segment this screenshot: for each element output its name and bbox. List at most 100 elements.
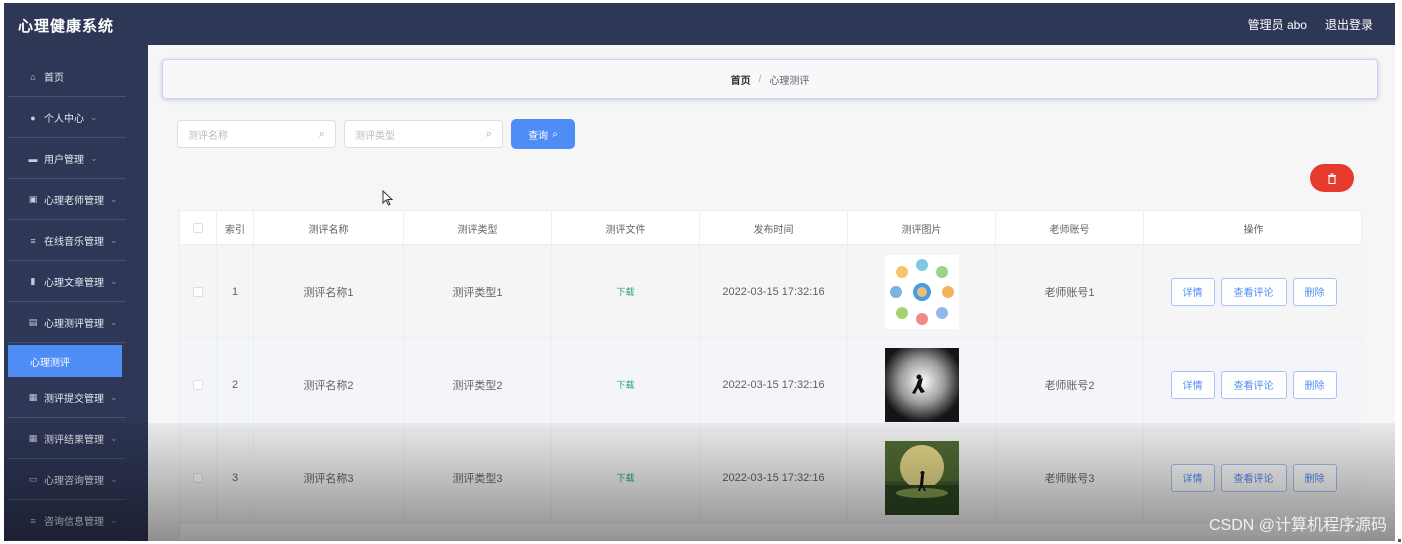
logout-link[interactable]: 退出登录 [1325, 16, 1373, 33]
delete-button[interactable]: 删除 [1292, 277, 1337, 306]
cell-teacher: 老师账号2 [996, 338, 1144, 431]
sidebar-item-results[interactable]: ▦ 测评结果管理 ⌄ [8, 419, 126, 459]
cell-time: 2022-03-15 17:32:16 [700, 245, 848, 338]
view-comments-button[interactable]: 查看评论 [1220, 463, 1287, 492]
cell-name: 测评名称1 [254, 245, 404, 338]
column-header: 测评名称 [254, 211, 404, 245]
sidebar-item-submissions[interactable]: ▦ 测评提交管理 ⌄ [8, 378, 126, 418]
cell-type: 测评类型2 [404, 338, 552, 431]
home-icon: ⌂ [30, 71, 36, 82]
sidebar-item-label: 心理测评管理 [44, 319, 104, 330]
sidebar-item-assessments[interactable]: ▤ 心理测评管理 ⌄ [8, 303, 126, 343]
column-header: 测评图片 [848, 211, 996, 245]
search-type-input[interactable]: 测评类型 ⌕ [344, 120, 503, 148]
sidebar-item-articles[interactable]: ▮ 心理文章管理 ⌄ [8, 262, 126, 302]
sidebar-item-home[interactable]: ⌂ 首页 [8, 57, 126, 97]
assessment-table: 索引 测评名称 测评类型 测评文件 发布时间 测评图片 老师账号 操作 1 测评… [179, 210, 1363, 541]
row-checkbox[interactable] [193, 379, 203, 390]
search-name-input[interactable]: 测评名称 ⌕ [177, 120, 336, 148]
main-content: 首页 / 心理测评 测评名称 ⌕ 测评类型 ⌕ 查询 ⌕ 索引 测评名称 测评类… [148, 45, 1395, 541]
detail-button[interactable]: 详情 [1170, 370, 1215, 399]
row-select-cell [180, 245, 217, 338]
detail-button[interactable]: 详情 [1170, 277, 1215, 306]
table-row: 1 测评名称1 测评类型1 下载 2022-03-15 17:32:16 老师账… [180, 245, 1363, 338]
list-icon: ≡ [30, 235, 36, 246]
chevron-down-icon: ⌄ [90, 153, 98, 163]
cell-type: 测评类型1 [404, 245, 552, 338]
clipboard-icon: ▣ [28, 194, 38, 204]
cell-name: 测评名称2 [254, 338, 404, 431]
cell-index: 1 [217, 245, 254, 338]
download-link[interactable]: 下载 [616, 285, 634, 298]
table-row: 2 测评名称2 测评类型2 下载 2022-03-15 17:32:16 老师账… [180, 338, 1363, 431]
cell-file: 下载 [552, 338, 700, 431]
sidebar-item-label: 用户管理 [44, 155, 84, 166]
query-button[interactable]: 查询 ⌕ [511, 119, 575, 149]
chevron-down-icon: ⌄ [110, 515, 118, 525]
sidebar-item-label: 首页 [44, 73, 64, 84]
row-checkbox[interactable] [193, 472, 203, 483]
column-header: 操作 [1243, 224, 1264, 236]
sidebar-item-music[interactable]: ≡ 在线音乐管理 ⌄ [8, 221, 126, 261]
sidebar-subitem-assessment[interactable]: 心理测评 [8, 345, 122, 377]
assessment-thumbnail[interactable] [884, 440, 959, 515]
chevron-down-icon: ⌄ [110, 392, 118, 402]
current-user: 管理员 abo [1247, 18, 1307, 32]
delete-button[interactable]: 删除 [1292, 463, 1337, 492]
download-link[interactable]: 下载 [616, 471, 634, 484]
column-header: 测评文件 [552, 211, 700, 245]
sidebar: ⌂ 首页 ● 个人中心 ⌄ ▬ 用户管理 ⌄ ▣ 心理老师管理 ⌄ ≡ 在线音乐… [4, 45, 148, 541]
select-all-cell [180, 211, 217, 245]
app-title: 心理健康系统 [18, 18, 115, 35]
view-comments-button[interactable]: 查看评论 [1220, 370, 1287, 399]
table-header: 索引 测评名称 测评类型 测评文件 发布时间 测评图片 老师账号 操作 [180, 211, 1363, 245]
cell-image [848, 431, 996, 524]
download-link[interactable]: 下载 [616, 378, 634, 391]
cell-image [848, 245, 996, 338]
column-header: 索引 [217, 211, 254, 245]
chart-icon: ▮ [30, 276, 36, 286]
table-row: 3 测评名称3 测评类型3 下载 2022-03-15 17:32:16 老师账… [180, 431, 1363, 524]
cell-name: 测评名称3 [254, 431, 404, 524]
sidebar-item-label: 咨询信息管理 [44, 517, 104, 528]
search-icon: ⌕ [318, 127, 325, 140]
delete-button[interactable]: 删除 [1292, 370, 1337, 399]
view-comments-button[interactable]: 查看评论 [1220, 277, 1287, 306]
column-header: 发布时间 [700, 211, 848, 245]
sidebar-item-users[interactable]: ▬ 用户管理 ⌄ [8, 139, 126, 179]
chevron-down-icon: ⌄ [110, 317, 118, 327]
sidebar-item-consult-info[interactable]: ≡ 咨询信息管理 ⌄ [8, 501, 126, 541]
detail-button[interactable]: 详情 [1170, 463, 1215, 492]
search-icon: ⌕ [552, 128, 558, 140]
assessment-thumbnail[interactable] [884, 347, 959, 422]
trash-icon [1328, 173, 1336, 184]
cell-file: 下载 [552, 245, 700, 338]
breadcrumb-home[interactable]: 首页 [731, 72, 751, 87]
cell-teacher: 老师账号1 [996, 245, 1144, 338]
sidebar-item-label: 个人中心 [44, 114, 84, 125]
user-area: 管理员 abo 退出登录 [1248, 16, 1373, 33]
cell-file: 下载 [552, 431, 700, 524]
watermark: CSDN @计算机程序源码 [1208, 517, 1387, 534]
sidebar-item-label: 在线音乐管理 [44, 237, 104, 248]
breadcrumb: 首页 / 心理测评 [162, 59, 1378, 99]
cell-image [848, 338, 996, 431]
row-select-cell [180, 431, 217, 524]
cell-time: 2022-03-15 17:32:16 [700, 338, 848, 431]
users-icon: ▬ [28, 153, 38, 164]
row-select-cell [180, 338, 217, 431]
chevron-down-icon: ⌄ [110, 433, 118, 443]
sidebar-item-consulting[interactable]: ▭ 心理咨询管理 ⌄ [8, 460, 126, 500]
row-checkbox[interactable] [193, 286, 203, 297]
select-all-checkbox[interactable] [193, 223, 203, 233]
corner-dot [1398, 539, 1401, 542]
assessment-thumbnail[interactable] [884, 254, 959, 329]
sidebar-item-profile[interactable]: ● 个人中心 ⌄ [8, 98, 126, 138]
chat-icon: ▭ [28, 474, 38, 484]
sidebar-item-label: 心理咨询管理 [44, 476, 104, 487]
chevron-down-icon: ⌄ [110, 474, 118, 484]
query-button-label: 查询 [528, 130, 549, 142]
cell-teacher: 老师账号3 [996, 431, 1144, 524]
sidebar-item-teachers[interactable]: ▣ 心理老师管理 ⌄ [8, 180, 126, 220]
batch-delete-button[interactable] [1310, 164, 1354, 192]
